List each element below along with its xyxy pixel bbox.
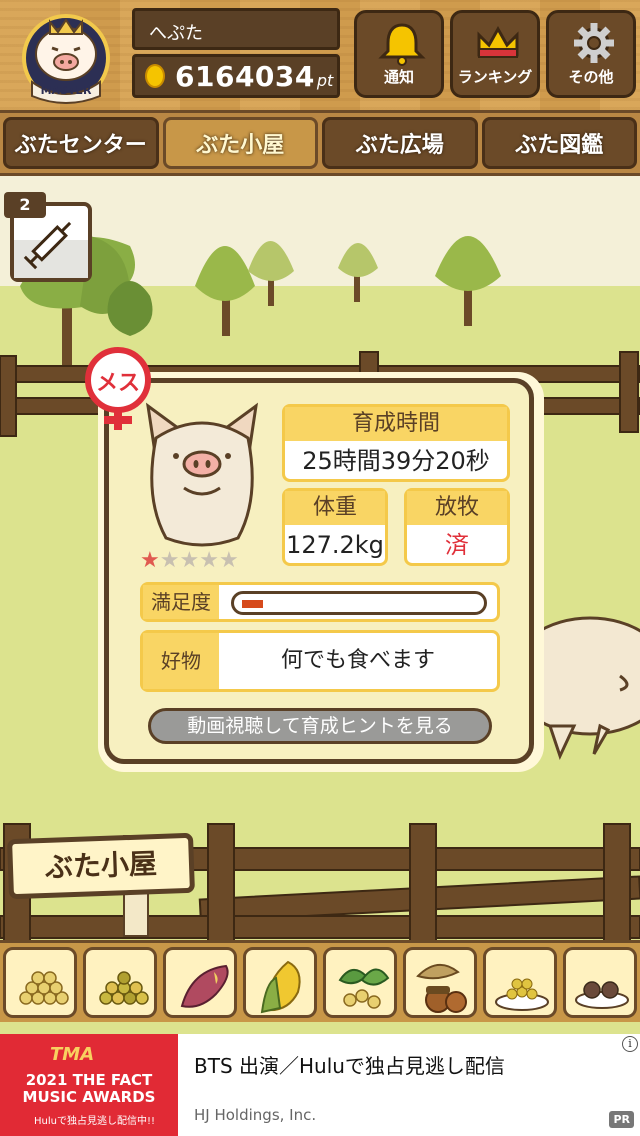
ranking-button[interactable]: ランキング [450, 10, 540, 98]
crown-icon [477, 25, 519, 58]
favorite-food-row: 好物 何でも食べます [140, 630, 500, 692]
ranking-label: ランキング [457, 68, 533, 86]
corn-icon [260, 960, 301, 1014]
food-bar [0, 940, 640, 1022]
satisfaction-label: 満足度 [143, 585, 219, 619]
star-empty-icon: ★ [218, 548, 239, 573]
greens-icon [338, 968, 390, 1009]
username: へぷた [149, 23, 203, 44]
points-box: 6164034 pt [132, 54, 340, 98]
grazing-box: 放牧 済 [404, 488, 510, 566]
gear-icon [574, 23, 614, 63]
tab-buta-center[interactable]: ぶたセンター [3, 117, 159, 169]
settings-button[interactable]: その他 [546, 10, 636, 98]
settings-label: その他 [568, 68, 614, 86]
pig-master-avatar[interactable]: MASTER [12, 8, 120, 104]
truffle-plate-icon [575, 981, 629, 1009]
ad-image-sub: Huluで独占見逃し配信中!! [34, 1116, 155, 1127]
grain-plate-icon [495, 978, 549, 1011]
food-slot-corn[interactable] [243, 947, 317, 1018]
header-bar: MASTER へぷた 6164034 pt 通知 ランキング その他 [0, 0, 640, 110]
satisfaction-bar [231, 591, 487, 615]
grazing-label: 放牧 [407, 491, 507, 525]
star-empty-icon: ★ [199, 548, 219, 573]
grazing-value: 済 [445, 531, 469, 559]
mixed-beans-icon [99, 971, 149, 1005]
points-unit: pt [316, 70, 334, 90]
ad-image-headline: 2021 THE FACT MUSIC AWARDS [22, 1071, 156, 1106]
star-empty-icon: ★ [159, 548, 180, 573]
star-empty-icon: ★ [179, 548, 200, 573]
ad-pr-badge: PR [609, 1111, 634, 1128]
soybeans-icon [19, 971, 69, 1005]
food-slot-greens[interactable] [323, 947, 397, 1018]
growth-time-value: 25時間39分20秒 [302, 447, 490, 475]
tree-icon [338, 243, 378, 302]
ad-company: HJ Holdings, Inc. [194, 1106, 317, 1124]
ad-title[interactable]: BTS 出演／Huluで独占見逃し配信 [194, 1050, 505, 1079]
bell-icon [378, 23, 426, 66]
ad-banner[interactable]: TMA 2021 THE FACT MUSIC AWARDS Huluで独占見逃… [0, 1034, 640, 1136]
food-slot-grain-plate[interactable] [483, 947, 557, 1018]
growth-time-box: 育成時間 25時間39分20秒 [282, 404, 510, 482]
sweet-potato-icon [180, 964, 229, 1008]
food-slot-mixed-beans[interactable] [83, 947, 157, 1018]
main-nav: ぶたセンター ぶた小屋 ぶた広場 ぶた図鑑 [0, 110, 640, 176]
ad-info-icon[interactable]: i [622, 1036, 638, 1052]
growth-time-label: 育成時間 [285, 407, 507, 441]
tab-buta-koya[interactable]: ぶた小屋 [162, 117, 318, 169]
tree-icon [195, 246, 255, 336]
ad-image[interactable]: TMA 2021 THE FACT MUSIC AWARDS Huluで独占見逃… [0, 1034, 178, 1136]
ad-image-brand: TMA [50, 1044, 95, 1065]
weight-label: 体重 [285, 491, 385, 525]
satisfaction-fill [242, 600, 263, 608]
star-filled-icon: ★ [140, 548, 160, 573]
tab-buta-zukan[interactable]: ぶた図鑑 [481, 117, 637, 169]
tree-icon [248, 241, 294, 306]
favorite-value: 何でも食べます [280, 648, 435, 673]
food-slot-truffle-plate[interactable] [563, 947, 637, 1018]
notification-label: 通知 [383, 68, 414, 86]
watch-video-hint-button[interactable]: 動画視聴して育成ヒントを見る [148, 708, 492, 744]
favorite-label: 好物 [143, 633, 219, 689]
tab-buta-hiroba[interactable]: ぶた広場 [322, 117, 478, 169]
points-value: 6164034 [175, 59, 315, 93]
pig-portrait-icon[interactable] [140, 398, 264, 548]
satisfaction-row: 満足度 [140, 582, 500, 622]
weight-box: 体重 127.2kg [282, 488, 388, 566]
weight-value: 127.2kg [286, 531, 384, 559]
syringe-count: 2 [4, 192, 46, 218]
coin-icon [145, 64, 165, 88]
username-box: へぷた [132, 8, 340, 50]
pig-rating: ★★★★★ [140, 548, 239, 573]
tree-icon [435, 236, 501, 326]
acorn-icon [416, 964, 467, 1013]
female-icon: メス [85, 347, 151, 430]
pigpen-sign: ぶた小屋 [7, 832, 195, 900]
gender-label: メス [96, 371, 140, 396]
food-slot-acorn[interactable] [403, 947, 477, 1018]
notification-button[interactable]: 通知 [354, 10, 444, 98]
master-label: MASTER [41, 84, 92, 97]
food-slot-sweet-potato[interactable] [163, 947, 237, 1018]
food-slot-soybeans[interactable] [3, 947, 77, 1018]
